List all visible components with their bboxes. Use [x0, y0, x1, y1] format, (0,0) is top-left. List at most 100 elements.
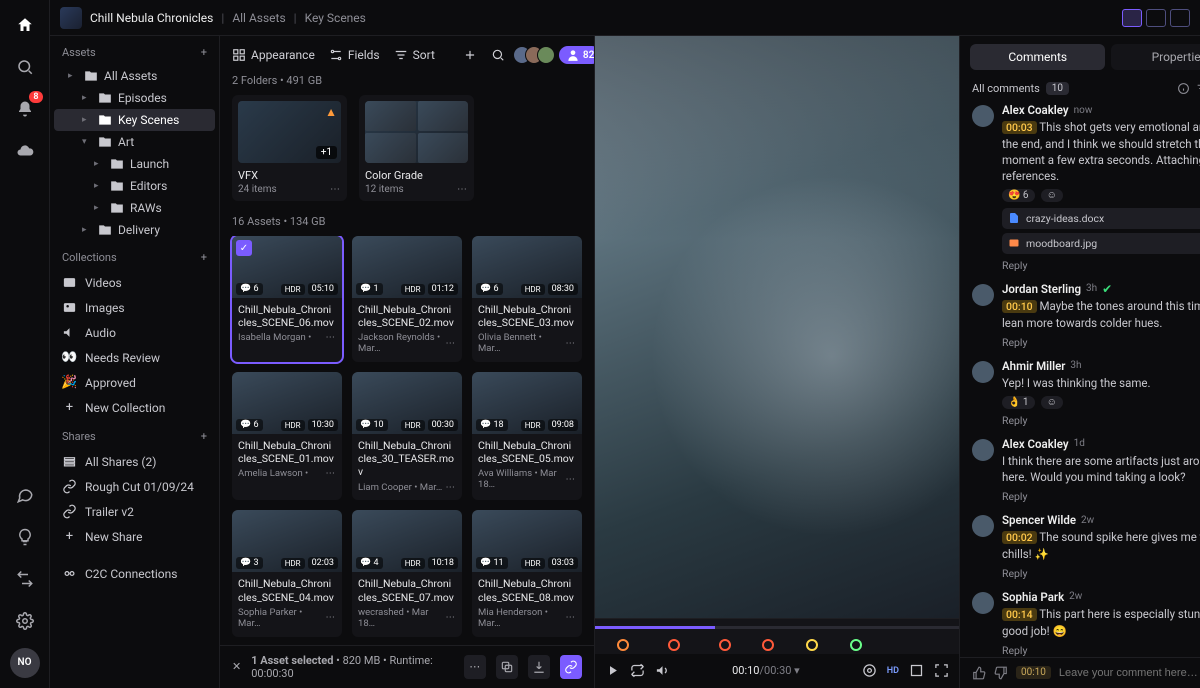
tree-all-assets[interactable]: ▸All Assets: [54, 65, 215, 87]
sort-button[interactable]: Sort: [394, 48, 435, 62]
timecode-badge[interactable]: 00:10: [1002, 300, 1037, 313]
tab-comments[interactable]: Comments: [970, 44, 1105, 70]
asset-more-icon[interactable]: ⋯: [326, 612, 337, 623]
layout-three-pane[interactable]: [1122, 9, 1142, 27]
play-button[interactable]: [605, 663, 620, 678]
add-reaction-icon[interactable]: ☺: [1041, 189, 1063, 202]
collection-videos[interactable]: Videos: [50, 270, 219, 295]
commenter-avatar[interactable]: [972, 361, 994, 383]
timecode-badge[interactable]: 00:03: [1002, 121, 1037, 134]
reply-button[interactable]: Reply: [1002, 644, 1027, 657]
selection-more-button[interactable]: ⋯: [464, 655, 486, 679]
asset-card[interactable]: 💬 10 HDR00:30 Chill_Nebula_Chronicles_30…: [352, 372, 462, 500]
asset-more-icon[interactable]: ⋯: [566, 474, 577, 485]
info-icon[interactable]: [1177, 82, 1190, 95]
fullscreen-button[interactable]: [934, 663, 949, 678]
asset-more-icon[interactable]: ⋯: [566, 338, 577, 349]
comment-input[interactable]: [1059, 667, 1200, 679]
add-reaction-icon[interactable]: ☺: [1041, 396, 1063, 409]
tab-properties[interactable]: Properties: [1111, 44, 1200, 70]
commenter-avatar[interactable]: [972, 105, 994, 127]
share-rough-cut[interactable]: Rough Cut 01/09/24: [50, 474, 219, 499]
add-collection-icon[interactable]: +: [201, 251, 207, 264]
asset-card[interactable]: 💬 6 HDR08:30 Chill_Nebula_Chronicles_SCE…: [472, 236, 582, 362]
folder-more-icon[interactable]: ⋯: [457, 184, 468, 195]
settings-icon[interactable]: [10, 606, 40, 636]
timecode-badge[interactable]: 00:14: [1002, 608, 1037, 621]
tree-editors[interactable]: ▸Editors: [54, 175, 215, 197]
asset-card[interactable]: 💬 6 HDR10:30 Chill_Nebula_Chronicles_SCE…: [232, 372, 342, 500]
asset-more-icon[interactable]: ⋯: [446, 482, 457, 493]
cloud-icon[interactable]: [10, 136, 40, 166]
new-share[interactable]: +New Share: [50, 524, 219, 549]
lightbulb-icon[interactable]: [10, 522, 40, 552]
commenter-avatar[interactable]: [972, 592, 994, 614]
layout-single-pane[interactable]: [1170, 9, 1190, 27]
asset-more-icon[interactable]: ⋯: [566, 612, 577, 623]
selection-share-button[interactable]: [560, 655, 582, 679]
tree-delivery[interactable]: ▸Delivery: [54, 219, 215, 241]
guides-button[interactable]: [909, 663, 924, 678]
share-trailer[interactable]: Trailer v2: [50, 499, 219, 524]
collection-approved[interactable]: 🎉Approved: [50, 370, 219, 395]
asset-card[interactable]: 💬 4 HDR10:18 Chill_Nebula_Chronicles_SCE…: [352, 510, 462, 636]
collection-audio[interactable]: Audio: [50, 320, 219, 345]
search-icon[interactable]: [10, 52, 40, 82]
notifications-icon[interactable]: 8: [10, 94, 40, 124]
crumb-project[interactable]: Chill Nebula Chronicles: [90, 11, 213, 25]
tree-launch[interactable]: ▸Launch: [54, 153, 215, 175]
commenter-avatar[interactable]: [972, 284, 994, 306]
reply-button[interactable]: Reply: [1002, 414, 1027, 427]
share-all[interactable]: All Shares (2): [50, 449, 219, 474]
composer-timecode[interactable]: 00:10: [1016, 666, 1051, 679]
asset-card[interactable]: 💬 1 HDR01:12 Chill_Nebula_Chronicles_SCE…: [352, 236, 462, 362]
folder-card[interactable]: Color Grade 12 items⋯: [359, 95, 474, 201]
add-share-icon[interactable]: +: [201, 430, 207, 443]
c2c-connections[interactable]: C2C Connections: [50, 561, 219, 586]
asset-card[interactable]: 💬 18 HDR09:08 Chill_Nebula_Chronicles_SC…: [472, 372, 582, 500]
add-asset-button[interactable]: [463, 48, 477, 62]
crumb-parent[interactable]: All Assets: [232, 11, 285, 25]
asset-card[interactable]: ✓ 💬 6 HDR05:10 Chill_Nebula_Chronicles_S…: [232, 236, 342, 362]
appearance-button[interactable]: Appearance: [232, 48, 315, 62]
clear-selection-icon[interactable]: ✕: [232, 660, 241, 673]
reply-button[interactable]: Reply: [1002, 336, 1027, 349]
filter-icon[interactable]: [1196, 82, 1200, 95]
reply-button[interactable]: Reply: [1002, 490, 1027, 503]
collection-images[interactable]: Images: [50, 295, 219, 320]
new-collection[interactable]: +New Collection: [50, 395, 219, 420]
commenter-avatar[interactable]: [972, 439, 994, 461]
quality-button[interactable]: [862, 663, 877, 678]
tree-raws[interactable]: ▸RAWs: [54, 197, 215, 219]
asset-more-icon[interactable]: ⋯: [326, 468, 337, 479]
user-avatar[interactable]: NO: [10, 648, 40, 678]
selection-download-button[interactable]: [528, 655, 550, 679]
chat-icon[interactable]: [10, 480, 40, 510]
commenter-avatar[interactable]: [972, 515, 994, 537]
crumb-current[interactable]: Key Scenes: [305, 11, 366, 25]
reaction-pill[interactable]: 👌 1: [1002, 396, 1035, 409]
home-icon[interactable]: [10, 10, 40, 40]
reaction-pill[interactable]: 😍 6: [1002, 189, 1035, 202]
collection-needs-review[interactable]: 👀Needs Review: [50, 345, 219, 370]
asset-more-icon[interactable]: ⋯: [446, 338, 457, 349]
video-canvas[interactable]: [595, 36, 959, 618]
timeline[interactable]: [595, 618, 959, 636]
fields-button[interactable]: Fields: [329, 48, 380, 62]
tree-episodes[interactable]: ▸Episodes: [54, 87, 215, 109]
folder-card[interactable]: ▲ +1 VFX 24 items⋯: [232, 95, 347, 201]
attachment[interactable]: crazy-ideas.docx: [1002, 208, 1200, 229]
asset-more-icon[interactable]: ⋯: [326, 332, 337, 343]
selection-copy-button[interactable]: [496, 655, 518, 679]
search-assets-button[interactable]: [491, 48, 505, 62]
attachment[interactable]: moodboard.jpg: [1002, 233, 1200, 254]
transfer-icon[interactable]: [10, 564, 40, 594]
asset-card[interactable]: 💬 11 HDR03:03 Chill_Nebula_Chronicles_SC…: [472, 510, 582, 636]
thumbs-down-icon[interactable]: [994, 666, 1008, 680]
selected-check-icon[interactable]: ✓: [236, 240, 252, 256]
asset-card[interactable]: 💬 3 HDR02:03 Chill_Nebula_Chronicles_SCE…: [232, 510, 342, 636]
tree-art[interactable]: ▾Art: [54, 131, 215, 153]
volume-button[interactable]: [655, 663, 670, 678]
timecode-badge[interactable]: 00:02: [1002, 531, 1037, 544]
project-thumbnail[interactable]: [60, 7, 82, 29]
